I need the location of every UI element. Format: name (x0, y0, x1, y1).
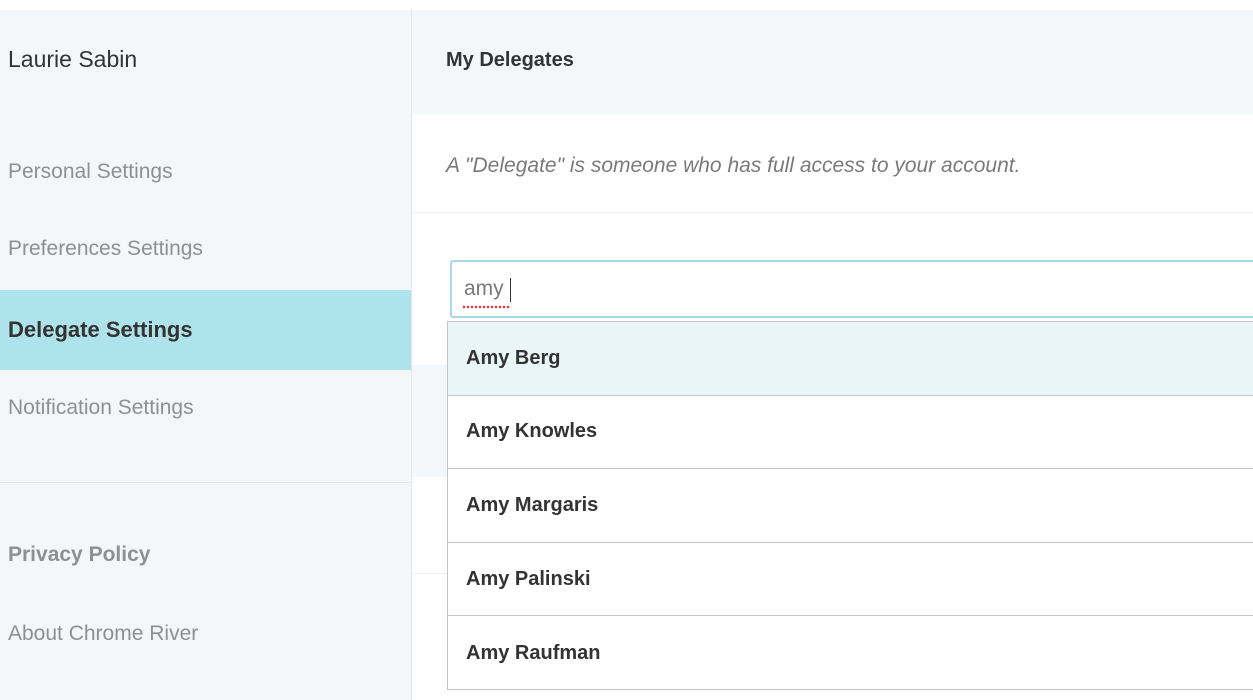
app-window: Laurie Sabin Personal Settings Preferenc… (0, 0, 1253, 700)
suggestion-amy-margaris[interactable]: Amy Margaris (448, 469, 1253, 543)
delegate-description: A "Delegate" is someone who has full acc… (446, 154, 1021, 177)
suggestion-amy-palinski[interactable]: Amy Palinski (448, 543, 1253, 617)
description-divider (412, 212, 1253, 213)
sidebar-item-preferences-settings[interactable]: Preferences Settings (0, 210, 411, 288)
privacy-policy-link[interactable]: Privacy Policy (8, 543, 150, 567)
user-name: Laurie Sabin (8, 46, 138, 72)
delegate-search-input[interactable] (450, 260, 1253, 318)
sidebar-divider (0, 482, 411, 483)
autocomplete-dropdown: Amy Berg Amy Knowles Amy Margaris Amy Pa… (447, 321, 1253, 690)
sidebar-item-notification-settings[interactable]: Notification Settings (0, 368, 411, 448)
suggestion-amy-raufman[interactable]: Amy Raufman (448, 616, 1253, 690)
sidebar-item-personal-settings[interactable]: Personal Settings (0, 132, 411, 212)
section-header: My Delegates (412, 10, 1253, 114)
about-chrome-river-link[interactable]: About Chrome River (8, 622, 198, 646)
suggestion-amy-knowles[interactable]: Amy Knowles (448, 396, 1253, 470)
suggestion-amy-berg[interactable]: Amy Berg (448, 322, 1253, 396)
sidebar-item-delegate-settings[interactable]: Delegate Settings (0, 290, 411, 370)
page-title: My Delegates (446, 49, 574, 71)
sidebar: Laurie Sabin Personal Settings Preferenc… (0, 10, 412, 700)
